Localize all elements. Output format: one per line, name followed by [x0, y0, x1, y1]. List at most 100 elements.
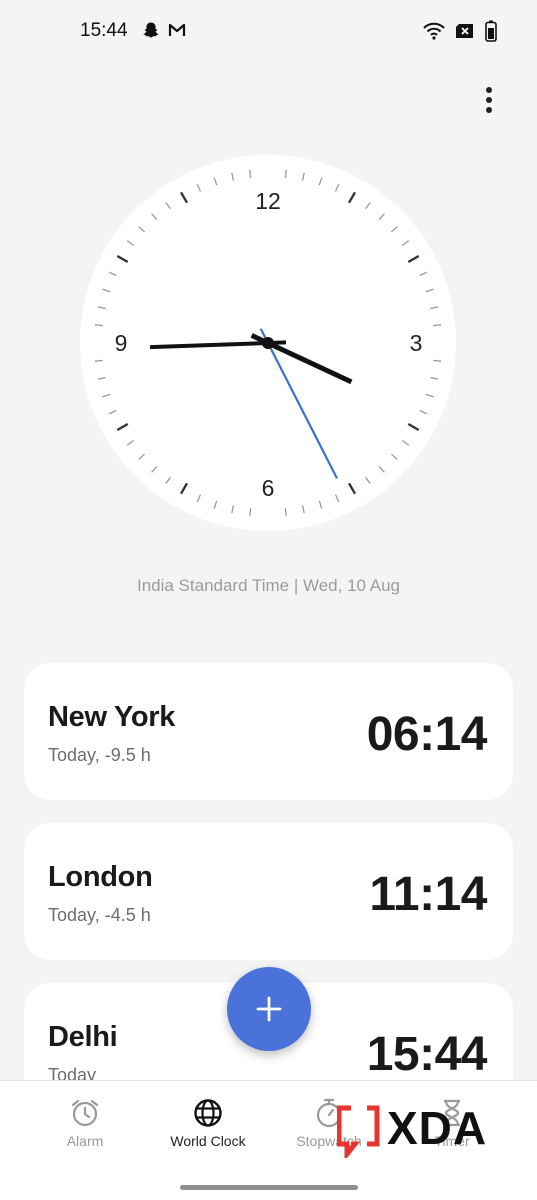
home-indicator[interactable] — [180, 1185, 358, 1190]
clock-numeral-3: 3 — [410, 330, 423, 356]
city-name: New York — [48, 701, 176, 733]
minute-tick — [196, 494, 202, 503]
status-time: 15:44 — [80, 20, 128, 41]
minute-tick — [334, 183, 340, 192]
clock-numeral-12: 12 — [255, 188, 281, 214]
more-vertical-icon — [486, 87, 492, 113]
hour-tick — [347, 482, 357, 495]
minute-tick — [151, 465, 158, 473]
minute-tick — [419, 409, 428, 415]
minute-tick — [365, 476, 371, 485]
hour-tick — [347, 191, 357, 204]
minute-tick — [196, 183, 202, 192]
local-timezone-caption: India Standard Time | Wed, 10 Aug — [136, 576, 401, 595]
minute-tick — [433, 359, 442, 362]
minute-tick — [430, 306, 439, 310]
second-hand — [259, 328, 338, 479]
minute-tick — [108, 271, 117, 277]
clock-center-pin — [262, 337, 274, 349]
xda-watermark-logo: XDA — [337, 1104, 487, 1158]
minute-tick — [401, 240, 410, 246]
minute-tick — [249, 508, 252, 517]
minute-tick — [425, 288, 434, 293]
minute-tick — [430, 376, 439, 380]
minute-tick — [126, 240, 135, 246]
minute-tick — [94, 359, 103, 362]
minute-tick — [213, 177, 218, 186]
status-notification-icons — [142, 21, 186, 39]
minute-tick — [249, 169, 252, 178]
minute-tick — [419, 271, 428, 277]
tab-world-clock[interactable]: World Clock — [143, 1097, 273, 1157]
clock-numeral-6: 6 — [262, 475, 275, 501]
minute-tick — [390, 226, 398, 233]
hour-tick — [116, 254, 129, 264]
status-system-icons — [423, 20, 497, 42]
minute-tick — [318, 500, 323, 509]
minute-tick — [301, 505, 305, 514]
analog-clock: 12 3 6 9 — [80, 155, 456, 531]
city-time: 11:14 — [369, 868, 487, 921]
hour-tick — [407, 254, 420, 264]
more-options-button[interactable] — [474, 82, 504, 118]
minute-tick — [401, 440, 410, 446]
city-name: Delhi — [48, 1021, 118, 1053]
minute-tick — [318, 177, 323, 186]
city-card-london[interactable]: London Today, -4.5 h 11:14 — [24, 823, 513, 960]
minute-tick — [102, 288, 111, 293]
clock-hands — [150, 328, 353, 479]
minute-tick — [390, 453, 398, 460]
clock-dial: 12 3 6 9 — [94, 169, 442, 517]
minute-tick — [284, 508, 287, 517]
no-sim-icon — [456, 24, 473, 38]
minute-tick — [126, 440, 135, 446]
clock-numeral-9: 9 — [115, 330, 128, 356]
city-time: 15:44 — [366, 1028, 488, 1081]
minute-tick — [231, 505, 235, 514]
city-offset: Today, -4.5 h — [48, 905, 151, 925]
minute-tick — [301, 172, 305, 181]
hour-tick — [179, 482, 189, 495]
tab-alarm[interactable]: Alarm — [20, 1097, 150, 1157]
minute-tick — [165, 476, 171, 485]
clock-face: 12 3 6 9 — [80, 155, 456, 531]
minute-tick — [284, 169, 287, 178]
city-name: London — [48, 861, 153, 893]
minute-tick — [378, 213, 385, 221]
watermark-bracket-icon — [337, 1105, 361, 1158]
tab-label: World Clock — [170, 1133, 246, 1149]
minute-tick — [165, 201, 171, 210]
add-city-button[interactable] — [227, 967, 311, 1051]
minute-tick — [433, 324, 442, 327]
city-card-new-york[interactable]: New York Today, -9.5 h 06:14 — [24, 663, 513, 800]
minute-tick — [378, 465, 385, 473]
hour-tick — [179, 191, 189, 204]
minute-tick — [425, 393, 434, 398]
battery-icon — [485, 20, 497, 42]
minute-tick — [365, 201, 371, 210]
minute-tick — [138, 226, 146, 233]
minute-tick — [151, 213, 158, 221]
watermark-bracket-right — [367, 1105, 380, 1147]
minute-tick — [213, 500, 218, 509]
minute-tick — [94, 324, 103, 327]
gmail-icon — [168, 23, 186, 36]
city-offset: Today, -9.5 h — [48, 745, 151, 765]
minute-tick — [334, 494, 340, 503]
minute-tick — [102, 393, 111, 398]
wifi-icon — [423, 22, 445, 40]
watermark-text: XDA — [387, 1104, 487, 1154]
plus-icon — [256, 996, 282, 1022]
city-time: 06:14 — [366, 708, 488, 761]
hour-tick — [116, 422, 129, 432]
globe-icon — [194, 1099, 222, 1127]
minute-tick — [108, 409, 117, 415]
minute-tick — [231, 172, 235, 181]
minute-tick — [97, 306, 106, 310]
status-bar: 15:44 — [0, 0, 537, 62]
minute-tick — [97, 376, 106, 380]
alarm-clock-icon — [71, 1099, 99, 1127]
snapchat-icon — [143, 22, 159, 38]
hour-tick — [407, 422, 420, 432]
tab-label: Alarm — [66, 1133, 104, 1149]
